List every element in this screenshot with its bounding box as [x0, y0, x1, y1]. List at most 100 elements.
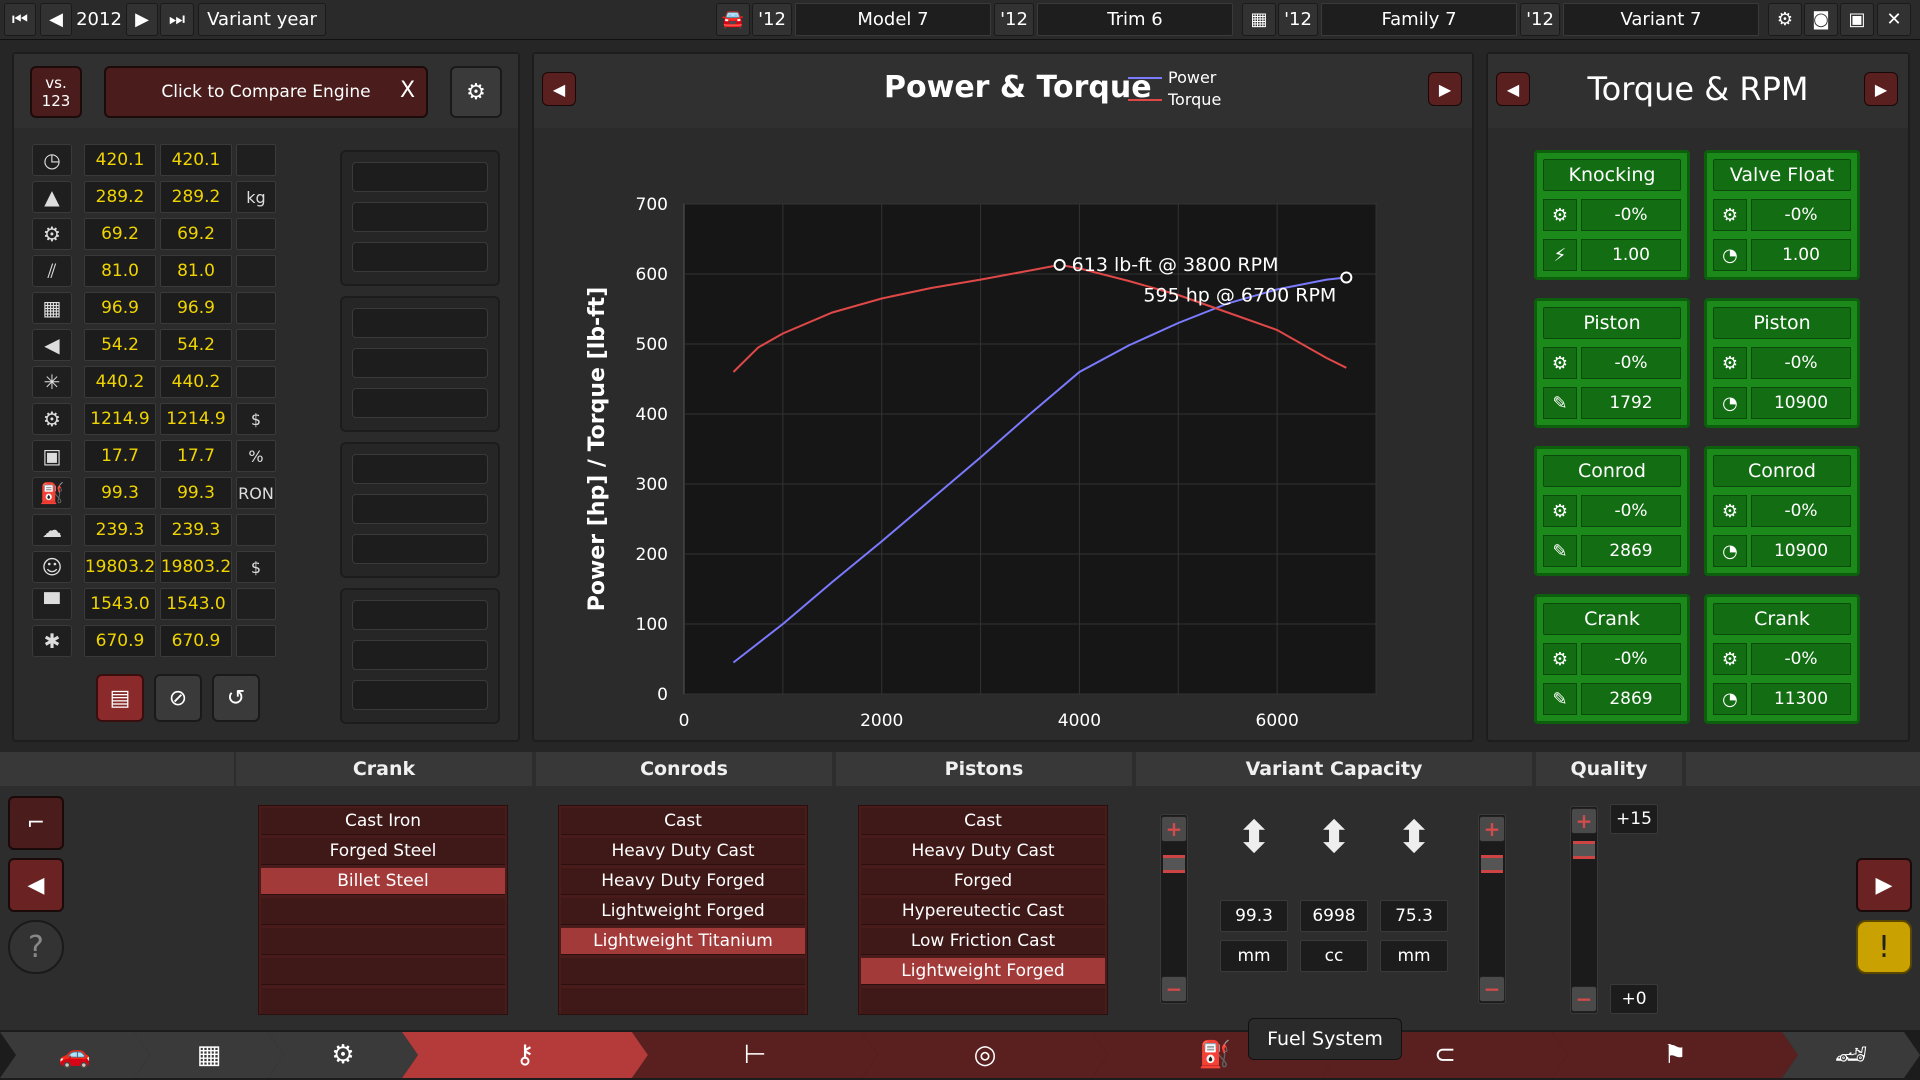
engine-select-button[interactable]: ⚙ [450, 66, 502, 118]
warning-button[interactable]: ! [1856, 920, 1912, 974]
next-year-button[interactable]: ▶ [126, 3, 158, 36]
rpm-icon: ◔ [1713, 535, 1747, 567]
list-item[interactable]: Low Friction Cast [861, 928, 1105, 955]
list-item[interactable]: Forged Steel [261, 838, 505, 865]
empty-list-slot [561, 988, 805, 1015]
list-item[interactable]: Heavy Duty Cast [861, 838, 1105, 865]
list-item[interactable]: Lightweight Titanium [561, 928, 805, 955]
list-item[interactable]: Heavy Duty Forged [561, 868, 805, 895]
quality-minus-button[interactable]: − [1571, 986, 1597, 1012]
limit-card-value: 10900 [1751, 387, 1851, 419]
compare-slot[interactable] [352, 162, 488, 192]
compare-slot[interactable] [352, 680, 488, 710]
limit-card-title: Conrod [1713, 455, 1851, 487]
report-button[interactable]: ▤ [96, 674, 144, 722]
list-item[interactable]: Forged [861, 868, 1105, 895]
variant-selector[interactable]: Variant 7 [1563, 3, 1759, 36]
clear-compare-button[interactable]: X [400, 78, 415, 103]
limit-card: Conrod ⚙ -0% ✎ 2869 [1534, 446, 1690, 576]
nav-car-model[interactable]: 🚗 [0, 1032, 150, 1078]
compare-slot[interactable] [352, 308, 488, 338]
settings-button[interactable]: ⚙ [1768, 3, 1802, 36]
compare-slot[interactable] [352, 534, 488, 564]
bore-minus-button[interactable]: − [1161, 976, 1187, 1002]
list-item[interactable]: Billet Steel [261, 868, 505, 895]
compare-slot[interactable] [352, 202, 488, 232]
bore-value: 99.3 [1220, 900, 1288, 932]
nav-engine-family[interactable]: ▦ [134, 1032, 284, 1078]
reset-button[interactable]: ↺ [212, 674, 260, 722]
power-torque-panel: ◀ ▶ Power & Torque Power Torque 0 100 200 3… [532, 52, 1474, 742]
first-year-button[interactable]: ⏮ [4, 3, 36, 36]
stroke-minus-button[interactable]: − [1479, 976, 1505, 1002]
close-button[interactable]: ✕ [1877, 3, 1911, 36]
compare-slot[interactable] [352, 494, 488, 524]
nav-aspiration[interactable]: ◎ [862, 1032, 1108, 1078]
stat-unit: $ [236, 403, 276, 435]
bore-plus-button[interactable]: + [1161, 816, 1187, 842]
prev-chart-button[interactable]: ◀ [542, 72, 576, 106]
help-button[interactable]: ? [8, 920, 64, 974]
back-button[interactable]: ◀ [8, 858, 64, 912]
compare-count-button[interactable]: vs. 123 [30, 66, 82, 118]
prev-year-button[interactable]: ◀ [40, 3, 72, 36]
trim-selector[interactable]: Trim 6 [1037, 3, 1233, 36]
nav-engine-variant[interactable]: ⚙ [268, 1032, 418, 1078]
compare-engine-button[interactable]: Click to Compare Engine [104, 66, 428, 118]
legend-torque-label: Torque [1168, 90, 1222, 109]
quality-slider[interactable] [1570, 806, 1598, 1014]
engine-family-button[interactable]: ▦ [1242, 3, 1276, 36]
displacement-piston-icon: ⬍ [1315, 812, 1353, 863]
nav-tooltip: Fuel System [1248, 1018, 1402, 1060]
forward-button[interactable]: ▶ [1856, 858, 1912, 912]
stat-value-compare: 69.2 [160, 218, 232, 250]
trim-year: '12 [994, 3, 1034, 36]
list-item[interactable]: Cast Iron [261, 808, 505, 835]
empty-list-slot [261, 928, 505, 955]
compare-slot[interactable] [352, 388, 488, 418]
compare-slot[interactable] [352, 600, 488, 630]
gear-engine-icon: ✱ [32, 625, 72, 657]
list-item[interactable]: Lightweight Forged [561, 898, 805, 925]
stroke-slider-handle[interactable] [1481, 855, 1503, 873]
list-item[interactable]: Hypereutectic Cast [861, 898, 1105, 925]
left-arrow-icon: ◀ [552, 79, 566, 99]
compare-slot[interactable] [352, 454, 488, 484]
limit-card-value: 2869 [1581, 535, 1681, 567]
right-arrow-icon: ▶ [1438, 79, 1452, 99]
quality-slider-handle[interactable] [1573, 841, 1595, 859]
nav-bottom-end[interactable]: ⚷ [402, 1032, 648, 1078]
list-item[interactable]: Lightweight Forged [861, 958, 1105, 985]
save-button[interactable]: ▣ [1840, 3, 1874, 36]
nav-test[interactable]: ⚑ [1552, 1032, 1798, 1078]
y-tick-label: 700 [636, 195, 668, 215]
close-icon: ✕ [1886, 9, 1902, 30]
nav-car[interactable]: 🏎 [1782, 1032, 1920, 1078]
model-selector[interactable]: Model 7 [795, 3, 991, 36]
anvil-icon: ▀ [32, 588, 72, 620]
stroke-plus-button[interactable]: + [1479, 816, 1505, 842]
rpm-icon: ◔ [1713, 239, 1747, 271]
list-item[interactable]: Cast [861, 808, 1105, 835]
compare-slot[interactable] [352, 640, 488, 670]
stat-value-compare: 81.0 [160, 255, 232, 287]
family-selector[interactable]: Family 7 [1321, 3, 1517, 36]
engine-icon: ⚙ [1543, 347, 1577, 379]
nav-top-end[interactable]: ⊢ [632, 1032, 878, 1078]
y-axis-label: Power [hp] / Torque [lb-ft] [585, 287, 610, 612]
last-year-button[interactable]: ⏭ [160, 3, 194, 36]
stat-value-compare: 1214.9 [160, 403, 232, 435]
bore-slider-handle[interactable] [1163, 855, 1185, 873]
screenshot-button[interactable]: ◙ [1804, 3, 1838, 36]
engine-layout-button[interactable]: ⌐ [8, 796, 64, 850]
conrods-list: Cast Heavy Duty Cast Heavy Duty Forged Ligh… [558, 805, 808, 1015]
car-model-button[interactable]: 🚘 [716, 3, 750, 36]
cancel-button[interactable]: ⊘ [154, 674, 202, 722]
next-chart-button[interactable]: ▶ [1428, 72, 1462, 106]
list-item[interactable]: Heavy Duty Cast [561, 838, 805, 865]
compare-slot[interactable] [352, 348, 488, 378]
list-item[interactable]: Cast [561, 808, 805, 835]
compare-slot[interactable] [352, 242, 488, 272]
stat-value-current: 420.1 [84, 144, 156, 176]
quality-plus-button[interactable]: + [1571, 808, 1597, 834]
